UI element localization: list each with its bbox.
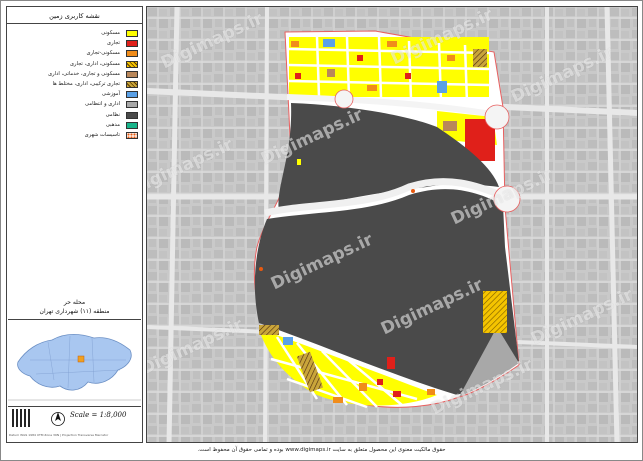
legend-item: تاسیسات شهری bbox=[10, 131, 138, 140]
legend-swatch bbox=[126, 121, 138, 129]
legend-swatch bbox=[126, 132, 138, 139]
legend-item: اداری و انتظامی bbox=[10, 100, 138, 109]
study-area-marker bbox=[77, 355, 85, 363]
legend-footer: Datum WGS 1984 UTM Zone 39N | Projection… bbox=[9, 433, 109, 437]
scale-row: Scale = 1:8,000 bbox=[8, 407, 141, 429]
legend-swatch bbox=[126, 81, 138, 88]
legend-label: اداری و انتظامی bbox=[85, 101, 120, 108]
legend-item: مسکونی-تجاری bbox=[10, 49, 138, 58]
legend-label: نظامی bbox=[105, 111, 120, 118]
legend-item: مسکونی bbox=[10, 29, 138, 38]
legend-label: آموزشی bbox=[101, 91, 120, 98]
legend-label: مسکونی، اداری، تجاری bbox=[69, 60, 120, 67]
mixed-use-plot bbox=[483, 291, 507, 333]
legend-label: مسکونی و تجاری، خدماتی، اداری bbox=[48, 70, 120, 77]
legend-swatch bbox=[126, 50, 138, 58]
legend-item: آموزشی bbox=[10, 90, 138, 99]
legend-swatch bbox=[126, 70, 138, 78]
copyright-notice: حقوق مالکیت معنوی این محصول متعلق به سای… bbox=[197, 447, 446, 453]
legend-swatch bbox=[126, 91, 138, 99]
legend-item: مسکونی و تجاری، خدماتی، اداری bbox=[10, 70, 138, 79]
roundabout bbox=[484, 104, 510, 130]
legend-label: مذهبی bbox=[105, 121, 120, 128]
legend-item: مذهبی bbox=[10, 121, 138, 130]
legend-item: تجاری bbox=[10, 39, 138, 48]
utility-marker bbox=[259, 267, 263, 271]
legend-panel: نقشه کاربری زمین مسکونی تجاری مسکونی-تجاری… bbox=[6, 6, 143, 443]
legend-label: تجاری bbox=[107, 40, 120, 47]
legend-swatch bbox=[126, 40, 138, 48]
area-subtitle: منطقه (۱۱) شهرداری تهران bbox=[39, 308, 110, 315]
legend-swatch bbox=[126, 30, 138, 37]
legend-title: نقشه کاربری زمین bbox=[7, 9, 142, 24]
area-title: محله حر منطقه (۱۱) شهرداری تهران bbox=[7, 298, 142, 316]
qr-code-icon bbox=[12, 409, 30, 427]
utility-marker bbox=[411, 189, 415, 193]
legend-label: تجاری ترکیبی، اداری، مختلط ها bbox=[52, 81, 120, 87]
legend-label: تاسیسات شهری bbox=[84, 132, 120, 138]
north-arrow-icon bbox=[51, 412, 65, 426]
legend-swatch bbox=[126, 111, 138, 119]
legend-item: مسکونی، اداری، تجاری bbox=[10, 60, 138, 69]
land-use-map[interactable]: Digimaps.ir Digimaps.ir Digimaps.ir Digimap… bbox=[146, 6, 638, 443]
locator-inset-map bbox=[8, 319, 141, 407]
legend-swatch bbox=[126, 101, 138, 109]
legend-label: مسکونی bbox=[101, 30, 120, 36]
north-residential-blocks bbox=[288, 36, 490, 104]
legend-swatch bbox=[126, 60, 138, 68]
legend-item: نظامی bbox=[10, 111, 138, 120]
area-name: محله حر bbox=[63, 299, 86, 306]
legend-item: تجاری ترکیبی، اداری، مختلط ها bbox=[10, 80, 138, 89]
legend-label: مسکونی-تجاری bbox=[86, 50, 120, 57]
scale-text: Scale = 1:8,000 bbox=[70, 411, 127, 419]
roundabout bbox=[334, 89, 354, 109]
